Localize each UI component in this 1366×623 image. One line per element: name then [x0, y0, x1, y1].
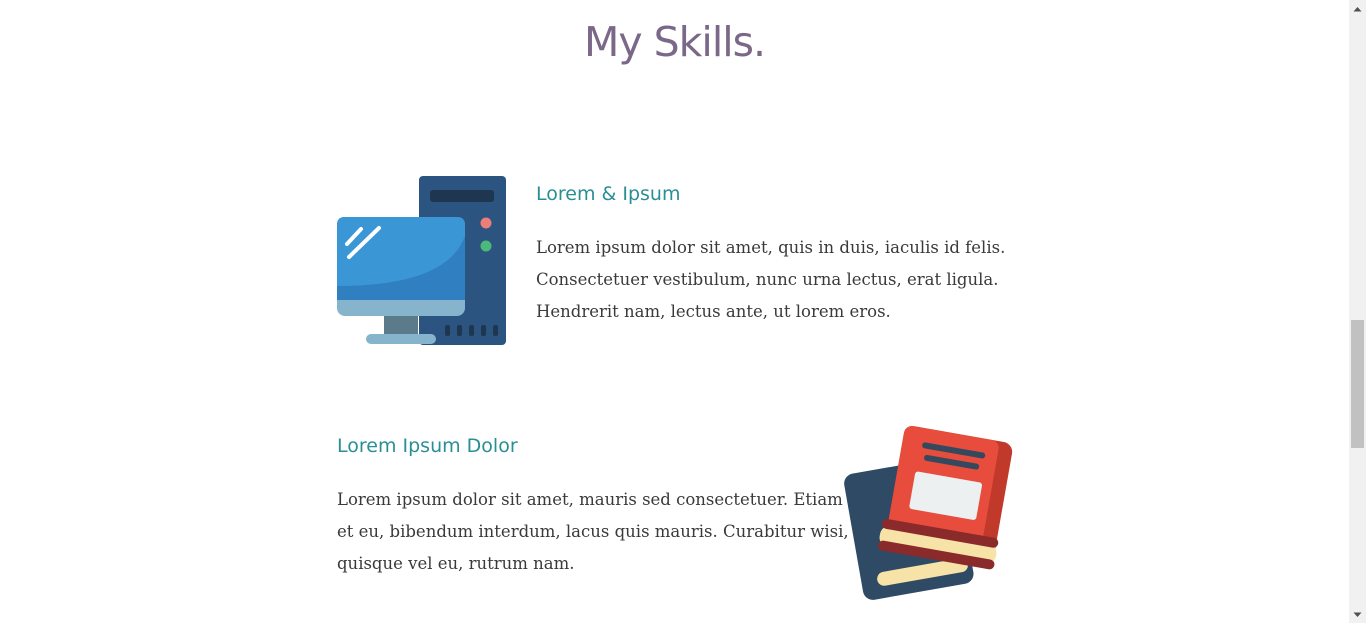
section-title: My Skills.: [583, 18, 766, 66]
description-line: Lorem ipsum dolor sit amet, quis in duis…: [536, 238, 1006, 257]
skill-title: Lorem Ipsum Dolor: [337, 435, 518, 457]
skill-description: Lorem ipsum dolor sit amet, mauris sed c…: [337, 484, 849, 580]
description-line: Hendrerit nam, lectus ante, ut lorem ero…: [536, 302, 891, 321]
scroll-down-button[interactable]: [1349, 606, 1366, 623]
scroll-up-button[interactable]: [1349, 0, 1366, 17]
books-icon: [842, 425, 1014, 600]
caret-up-icon: [1353, 6, 1362, 11]
caret-down-icon: [1353, 612, 1362, 617]
description-line: quisque vel eu, rutrum nam.: [337, 554, 575, 573]
scrollbar-thumb[interactable]: [1351, 320, 1364, 448]
skill-title: Lorem & Ipsum: [536, 183, 681, 205]
vertical-scrollbar[interactable]: [1349, 0, 1366, 623]
desktop-computer-icon: [337, 176, 507, 346]
page: My Skills. Lorem & Ipsum Lorem ipsum dol…: [0, 0, 1349, 623]
description-line: Consectetuer vestibulum, nunc urna lectu…: [536, 270, 999, 289]
description-line: Lorem ipsum dolor sit amet, mauris sed c…: [337, 490, 843, 509]
skill-description: Lorem ipsum dolor sit amet, quis in duis…: [536, 232, 1005, 328]
description-line: et eu, bibendum interdum, lacus quis mau…: [337, 522, 849, 541]
